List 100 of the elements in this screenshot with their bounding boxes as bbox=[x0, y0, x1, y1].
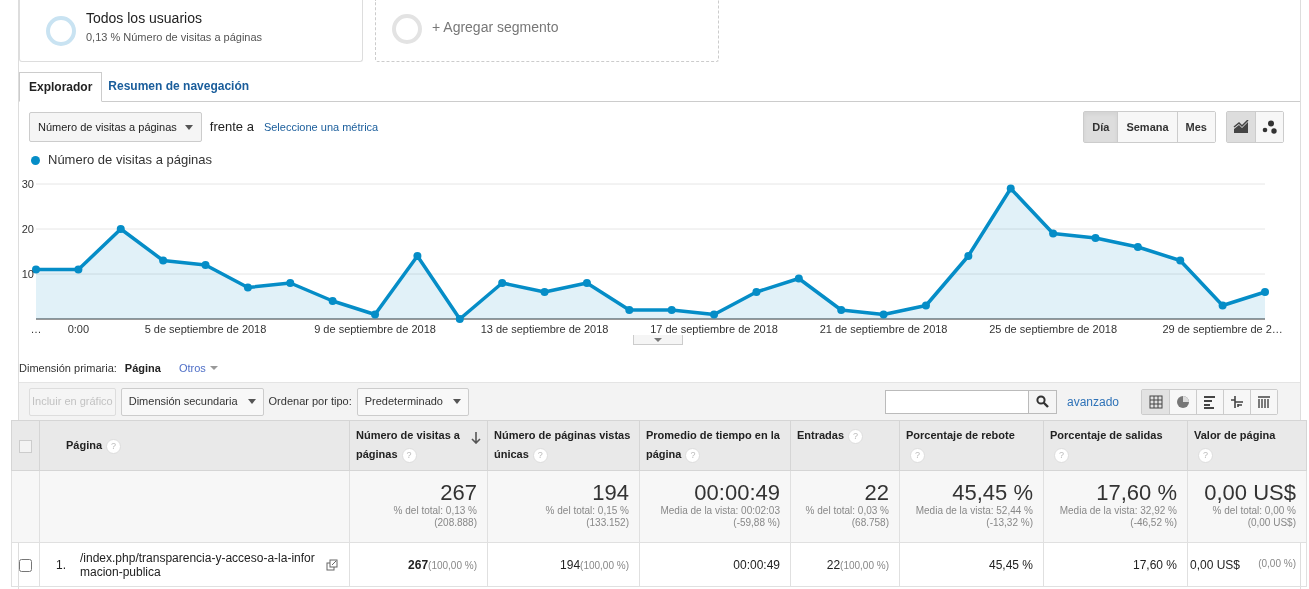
point bbox=[752, 288, 761, 296]
point bbox=[879, 310, 888, 319]
point bbox=[328, 297, 337, 305]
total-base: (133.152) bbox=[585, 517, 629, 529]
page-link[interactable]: /index.php/transparencia-y-acceso-a-la-informacion-publica bbox=[80, 550, 318, 579]
point bbox=[74, 265, 83, 274]
total-base: (68.758) bbox=[850, 517, 889, 529]
cell-value: 22 bbox=[826, 557, 841, 572]
view-button[interactable] bbox=[1250, 389, 1277, 414]
total-value: 22 bbox=[863, 481, 889, 505]
metric-dropdown[interactable]: Número de visitas a páginas bbox=[29, 112, 202, 142]
cell-value: 0,00 US$ bbox=[1190, 556, 1241, 574]
total-base: (0,00 US$) bbox=[1246, 517, 1296, 529]
point bbox=[1091, 234, 1100, 242]
total-value: 0,00 US$ bbox=[1203, 481, 1296, 505]
point bbox=[1261, 288, 1269, 296]
cell-share: (100,00 %) bbox=[428, 559, 477, 571]
point bbox=[455, 315, 464, 323]
period-switcher[interactable]: Día Semana Mes bbox=[1083, 111, 1216, 143]
axis-label: 25 de septiembre de 2018 bbox=[989, 323, 1117, 335]
search-icon bbox=[1035, 395, 1049, 408]
axis-label: 21 de septiembre de 2018 bbox=[819, 323, 948, 335]
ring-icon bbox=[392, 13, 422, 44]
point bbox=[498, 279, 507, 287]
cell-value: 45,45 % bbox=[988, 557, 1033, 572]
cell-value: 267 bbox=[408, 557, 429, 572]
comparison-icon bbox=[1230, 394, 1244, 409]
view-button[interactable] bbox=[1169, 389, 1196, 414]
ring-icon bbox=[46, 15, 76, 46]
advanced-link[interactable]: avanzado bbox=[1066, 392, 1119, 411]
chart-type-switcher[interactable] bbox=[1226, 111, 1284, 143]
total-note: Media de la vista: 00:02:03 bbox=[659, 505, 780, 517]
cell-share: (0,00 %) bbox=[1258, 556, 1296, 571]
secondary-dimension-dropdown[interactable]: Dimensión secundaria bbox=[120, 387, 264, 416]
total-note: % del total: 0,00 % bbox=[1211, 505, 1296, 517]
cell-value: 194 bbox=[560, 557, 581, 572]
sort-arrow-icon bbox=[471, 432, 481, 444]
point bbox=[540, 288, 549, 296]
search-field[interactable] bbox=[884, 389, 1029, 414]
point bbox=[1218, 301, 1227, 310]
axis-label: 20 bbox=[21, 223, 34, 235]
point bbox=[159, 256, 168, 265]
cell-share: (100,00 %) bbox=[580, 559, 629, 571]
dots-icon bbox=[1261, 120, 1278, 134]
total-note: Media de la vista: 52,44 % bbox=[914, 505, 1033, 517]
others-dropdown[interactable]: Otros bbox=[178, 359, 218, 377]
resize-handle[interactable] bbox=[633, 335, 683, 345]
table-view-icon bbox=[1148, 394, 1163, 409]
point bbox=[1049, 229, 1058, 238]
axis-label: 17 de septiembre de 2018 bbox=[650, 323, 778, 335]
view-button[interactable] bbox=[1196, 389, 1223, 414]
total-note: % del total: 0,15 % bbox=[544, 505, 629, 517]
cell-value: 00:00:49 bbox=[733, 557, 780, 572]
search-button[interactable] bbox=[1028, 389, 1057, 414]
total-base: (-13,32 %) bbox=[985, 517, 1033, 529]
add-segment-label: + Agregar segmento bbox=[432, 18, 559, 37]
caret-icon bbox=[209, 366, 218, 370]
pie-chart-icon bbox=[1176, 394, 1190, 409]
line-chart-icon bbox=[1233, 120, 1249, 134]
add-segment-card[interactable]: + Agregar segmento bbox=[375, 0, 719, 62]
bar-chart-icon bbox=[1203, 394, 1217, 409]
period-button[interactable]: Semana bbox=[1117, 112, 1177, 142]
sort-dropdown[interactable]: Predeterminado bbox=[356, 387, 469, 416]
caret-icon bbox=[247, 399, 256, 404]
point bbox=[371, 310, 380, 319]
total-base: (-46,52 %) bbox=[1129, 517, 1177, 529]
select-all-checkbox[interactable] bbox=[19, 439, 32, 453]
point bbox=[201, 261, 210, 269]
tab[interactable]: Resumen de navegación bbox=[102, 71, 256, 101]
axis-label: 30 bbox=[21, 178, 34, 190]
total-note: Media de la vista: 32,92 % bbox=[1058, 505, 1177, 517]
view-switcher[interactable] bbox=[1141, 388, 1278, 415]
segment-title: Todos los usuarios bbox=[86, 8, 203, 28]
period-button[interactable]: Mes bbox=[1176, 112, 1215, 142]
versus-label: frente a bbox=[209, 118, 254, 137]
total-value: 45,45 % bbox=[951, 481, 1033, 505]
line-chart-button[interactable] bbox=[1227, 112, 1255, 142]
point bbox=[286, 279, 295, 287]
view-button[interactable] bbox=[1142, 389, 1169, 414]
tab[interactable]: Explorador bbox=[19, 72, 103, 102]
view-button[interactable] bbox=[1223, 389, 1250, 414]
point bbox=[921, 301, 930, 310]
motion-chart-button[interactable] bbox=[1255, 112, 1283, 142]
row-checkbox[interactable] bbox=[19, 558, 32, 572]
axis-label: 0:00 bbox=[67, 323, 90, 335]
column-header[interactable]: Página ? bbox=[66, 437, 122, 454]
select-metric-link[interactable]: Seleccione una métrica bbox=[263, 118, 379, 136]
total-value: 267 bbox=[439, 481, 477, 505]
segment-card[interactable]: Todos los usuarios 0,13 % Número de visitas a páginas bbox=[19, 0, 363, 62]
sort-label: Ordenar por tipo: bbox=[268, 394, 352, 410]
legend-label: Número de visitas a páginas bbox=[48, 151, 213, 170]
period-button[interactable]: Día bbox=[1084, 112, 1118, 142]
dimension-link[interactable]: Página bbox=[124, 359, 161, 377]
point bbox=[582, 279, 591, 287]
axis-label: 5 de septiembre de 2018 bbox=[144, 323, 267, 335]
open-link-icon[interactable] bbox=[326, 558, 338, 571]
caret-icon bbox=[654, 337, 662, 342]
total-note: % del total: 0,03 % bbox=[804, 505, 889, 517]
point bbox=[710, 310, 719, 319]
point bbox=[794, 274, 803, 283]
